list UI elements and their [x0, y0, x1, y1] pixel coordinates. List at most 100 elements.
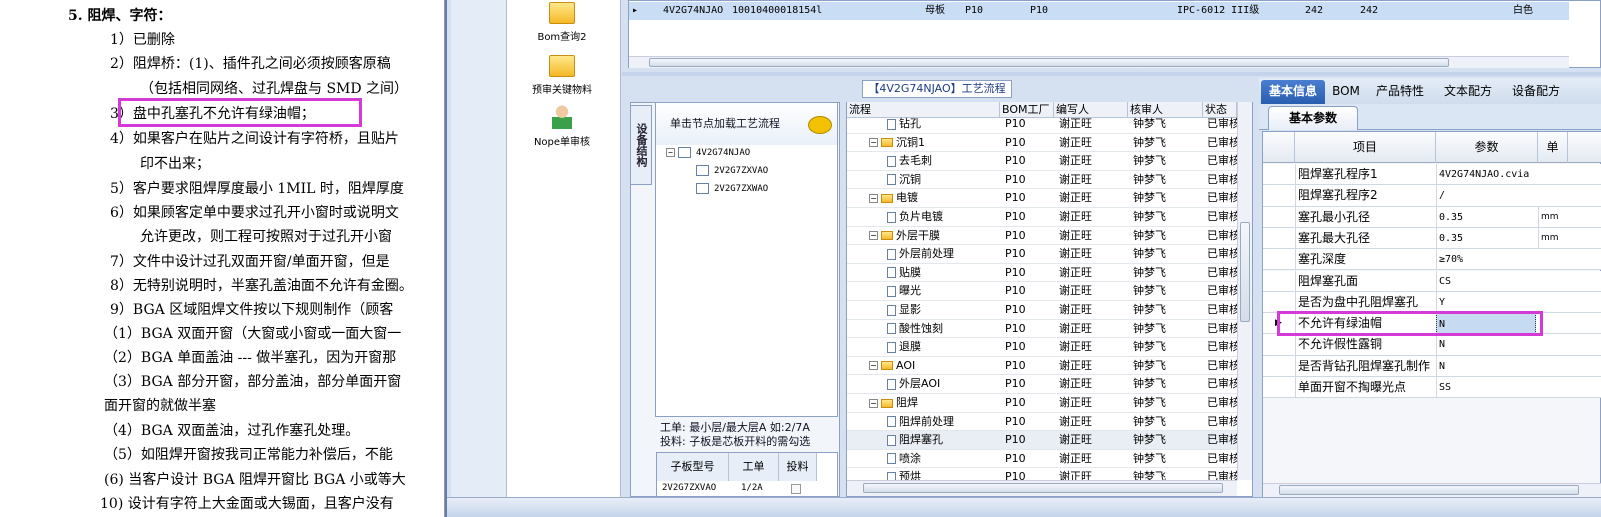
- process-row[interactable]: 退膜 P10 谢正旺 钟梦飞 已审核: [847, 338, 1237, 357]
- params-horizontal-scrollbar[interactable]: [1263, 483, 1601, 497]
- param-value[interactable]: 4V2G74NJAO.cvia: [1436, 164, 1536, 185]
- tab-device-recipe[interactable]: 设备配方: [1504, 80, 1568, 104]
- param-value[interactable]: ≥70%: [1436, 249, 1536, 271]
- scroll-thumb[interactable]: [1279, 485, 1579, 495]
- tree-child[interactable]: 2V2G7ZXVAO: [696, 164, 768, 178]
- nope-review-tool[interactable]: Nope单审核: [507, 105, 617, 148]
- process-row[interactable]: − 沉铜1 P10 谢正旺 钟梦飞 已审核: [847, 134, 1237, 153]
- process-row[interactable]: − 阻焊 P10 谢正旺 钟梦飞 已审核: [847, 394, 1237, 413]
- param-unit: mm: [1538, 206, 1568, 228]
- param-row[interactable]: 阻焊塞孔程序1 4V2G74NJAO.cvia: [1263, 164, 1601, 186]
- process-row[interactable]: 酸性蚀刻 P10 谢正旺 钟梦飞 已审核: [847, 320, 1237, 339]
- folder-icon: [881, 138, 893, 148]
- col-header[interactable]: 子板型号: [657, 453, 729, 481]
- collapse-icon[interactable]: −: [869, 231, 878, 241]
- cell-reviewer: 钟梦飞: [1133, 451, 1166, 465]
- process-row[interactable]: 曝光 P10 谢正旺 钟梦飞 已审核: [847, 282, 1237, 301]
- scroll-thumb[interactable]: [1240, 222, 1250, 322]
- col-header[interactable]: 工单: [729, 453, 779, 481]
- param-row[interactable]: 单面开窗不掏曝光点 SS: [1263, 377, 1601, 399]
- feed-checkbox[interactable]: [791, 484, 801, 494]
- process-row[interactable]: 外层AOI P10 谢正旺 钟梦飞 已审核: [847, 375, 1237, 394]
- col-unit[interactable]: 单: [1538, 132, 1568, 163]
- col-param[interactable]: 参数: [1436, 132, 1538, 163]
- cell-bom-factory: P10: [1005, 191, 1026, 205]
- cell-writer: 谢正旺: [1059, 303, 1092, 316]
- tree-child[interactable]: 2V2G7ZXWAO: [696, 182, 768, 196]
- tab-basic-info[interactable]: 基本信息: [1261, 80, 1325, 104]
- param-value[interactable]: Y: [1436, 291, 1536, 313]
- param-value[interactable]: /: [1436, 185, 1536, 207]
- top-horizontal-scrollbar[interactable]: [629, 56, 1569, 68]
- cell-reviewer: 钟梦飞: [1133, 172, 1166, 186]
- collapse-icon[interactable]: −: [869, 398, 878, 408]
- process-horizontal-scrollbar[interactable]: [847, 480, 1237, 496]
- cell-bom-factory: P10: [1005, 172, 1026, 186]
- cell-writer: 谢正旺: [1059, 154, 1092, 168]
- param-value[interactable]: SS: [1436, 377, 1536, 398]
- param-row[interactable]: 不允许假性露铜 N: [1263, 334, 1601, 356]
- param-row[interactable]: 塞孔深度 ≥70%: [1263, 249, 1601, 271]
- user-icon: [552, 105, 572, 129]
- top-grid-row[interactable]: ▸ 4V2G74NJAO 10010400018154l 母板 P10 P10 …: [629, 2, 1569, 20]
- document-line: 1）已删除: [110, 32, 175, 48]
- col-header[interactable]: 投料: [779, 453, 817, 481]
- process-row[interactable]: 显影 P10 谢正旺 钟梦飞 已审核: [847, 301, 1237, 320]
- process-row[interactable]: 沉铜 P10 谢正旺 钟梦飞 已审核: [847, 171, 1237, 190]
- param-row[interactable]: 塞孔最小孔径 0.35 mm: [1263, 206, 1601, 228]
- document-line: （4）BGA 双面盖油，过孔作塞孔处理。: [104, 423, 360, 439]
- process-row[interactable]: − 电镀 P10 谢正旺 钟梦飞 已审核: [847, 189, 1237, 208]
- param-value[interactable]: N: [1436, 355, 1536, 377]
- subtab-basic-params[interactable]: 基本参数: [1268, 106, 1358, 130]
- process-row[interactable]: 阻焊塞孔 P10 谢正旺 钟梦飞 已审核: [847, 431, 1237, 450]
- bom-query-tool[interactable]: Bom查询2: [507, 2, 617, 43]
- process-row[interactable]: − AOI P10 谢正旺 钟梦飞 已审核: [847, 357, 1237, 376]
- param-row[interactable]: 阻焊塞孔程序2/: [1263, 185, 1601, 207]
- cell-writer: 谢正旺: [1059, 172, 1092, 186]
- collapse-icon[interactable]: −: [869, 361, 878, 371]
- param-row[interactable]: 是否为盘中孔阻焊塞孔 Y: [1263, 291, 1601, 314]
- tab-product-features[interactable]: 产品特性: [1368, 80, 1432, 104]
- param-value[interactable]: 0.35: [1436, 206, 1536, 228]
- process-row[interactable]: 负片电镀 P10 谢正旺 钟梦飞 已审核: [847, 208, 1237, 227]
- document-line: 5. 阻焊、字符：: [68, 8, 172, 24]
- cell-status: 已审核: [1207, 191, 1237, 205]
- process-name: − AOI: [869, 357, 1000, 375]
- process-row[interactable]: 去毛刺 P10 谢正旺 钟梦飞 已审核: [847, 152, 1237, 171]
- bom-query-label: Bom查询2: [537, 32, 587, 43]
- process-name: 外层AOI: [887, 375, 1000, 393]
- param-value[interactable]: N: [1436, 334, 1536, 356]
- splitter[interactable]: [622, 72, 1601, 76]
- process-vertical-scrollbar[interactable]: [1237, 102, 1252, 480]
- param-row[interactable]: 是否背钻孔阻焊塞孔制作 N: [1263, 355, 1601, 377]
- document-icon: [887, 118, 896, 130]
- process-row[interactable]: 阻焊前处理 P10 谢正旺 钟梦飞 已审核: [847, 413, 1237, 432]
- param-value[interactable]: CS: [1436, 270, 1536, 292]
- cell-writer: 谢正旺: [1059, 247, 1092, 261]
- scroll-thumb[interactable]: [649, 58, 1449, 67]
- process-row[interactable]: 钻孔 P10 谢正旺 钟梦飞 已审核: [847, 115, 1237, 134]
- collapse-icon[interactable]: −: [869, 193, 878, 203]
- param-unit: mm: [1538, 227, 1568, 249]
- process-row[interactable]: 贴膜 P10 谢正旺 钟梦飞 已审核: [847, 264, 1237, 283]
- tab-text-recipe[interactable]: 文本配方: [1436, 80, 1500, 104]
- document-icon: [887, 341, 896, 353]
- param-value[interactable]: 0.35: [1436, 227, 1536, 249]
- tree-root[interactable]: − 4V2G74NJAO: [666, 146, 750, 160]
- param-name: 阻焊塞孔程序1: [1295, 164, 1435, 185]
- process-row[interactable]: 外层前处理 P10 谢正旺 钟梦飞 已审核: [847, 245, 1237, 264]
- param-row[interactable]: 阻焊塞孔面 CS: [1263, 270, 1601, 292]
- param-row[interactable]: 塞孔最大孔径 0.35 mm: [1263, 227, 1601, 250]
- collapse-icon[interactable]: −: [869, 138, 878, 148]
- cell-reviewer: 钟梦飞: [1133, 247, 1166, 261]
- device-structure-tab[interactable]: 设备结构: [630, 105, 652, 185]
- collapse-icon[interactable]: −: [666, 148, 675, 157]
- scroll-thumb[interactable]: [863, 483, 1223, 493]
- precheck-tool[interactable]: 预审关键物料: [507, 55, 617, 96]
- tab-bom[interactable]: BOM: [1328, 80, 1364, 104]
- param-name: 塞孔深度: [1295, 249, 1435, 271]
- col-item[interactable]: 项目: [1295, 132, 1436, 163]
- process-row[interactable]: − 外层干膜 P10 谢正旺 钟梦飞 已审核: [847, 227, 1237, 246]
- cell-status: 已审核: [1207, 228, 1237, 242]
- process-row[interactable]: 喷涂 P10 谢正旺 钟梦飞 已审核: [847, 450, 1237, 469]
